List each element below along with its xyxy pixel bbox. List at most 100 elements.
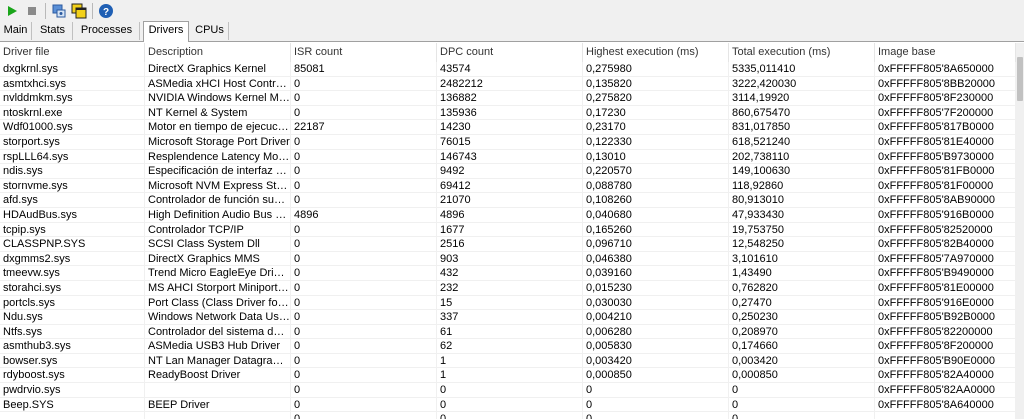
table-row[interactable]: dxgmms2.sys DirectX Graphics MMS 0 903 0,046… xyxy=(0,251,1016,267)
table-row[interactable]: 0000 xyxy=(0,412,1016,419)
cell-description: MS AHCI Storport Miniport Driver xyxy=(145,280,291,295)
cell-description: Controlador del sistema de archivos xyxy=(145,324,291,339)
column-header-total-execution[interactable]: Total execution (ms) xyxy=(729,43,875,62)
cell-driver-file: dxgkrnl.sys xyxy=(0,62,145,76)
table-row[interactable]: Ntfs.sysControlador del sistema de archi… xyxy=(0,324,1016,340)
cell-total-execution: 0 xyxy=(729,412,875,419)
table-row[interactable]: asmtxhci.sysASMedia xHCI Host Controller… xyxy=(0,76,1016,92)
table-row[interactable]: portcls.sys Port Class (Class Driver for … xyxy=(0,295,1016,311)
table-row[interactable]: bowser.sysNT Lan Manager Datagram Receiv… xyxy=(0,353,1016,369)
tab-cpus[interactable]: CPUs xyxy=(191,22,229,40)
toolbar-separator xyxy=(92,2,93,19)
cell-total-execution: 1,43490 xyxy=(729,266,875,281)
cell-dpc-count: 2482212 xyxy=(437,76,583,91)
cell-image-base: 0xFFFFF805'81FB0000 xyxy=(875,164,1016,179)
cell-total-execution: 12,548250 xyxy=(729,237,875,252)
table-row[interactable]: CLASSPNP.SYS SCSI Class System Dll 0 2516 0,… xyxy=(0,237,1016,252)
cell-total-execution: 831,017850 xyxy=(729,120,875,135)
cell-description xyxy=(145,412,291,419)
cell-highest-execution: 0,046380 xyxy=(583,251,729,266)
cell-highest-execution: 0,165260 xyxy=(583,222,729,237)
cell-dpc-count: 1 xyxy=(437,353,583,368)
cell-description: ReadyBoost Driver xyxy=(145,368,291,383)
cell-dpc-count: 43574 xyxy=(437,62,583,76)
cell-driver-file: portcls.sys xyxy=(0,295,145,310)
tab-drivers-label: Drivers xyxy=(148,24,184,36)
cell-highest-execution: 0,275980 xyxy=(583,62,729,76)
table-row[interactable]: pwdrvio.sys 0 0 0 0 0xFFFFF805'82AA0000 xyxy=(0,383,1016,398)
table-row[interactable]: storport.sys Microsoft Storage Port Drive… xyxy=(0,134,1016,150)
table-row[interactable]: asmthub3.sys ASMedia USB3 Hub Driver 0 62 0,… xyxy=(0,339,1016,354)
table-row[interactable]: Ndu.sys Windows Network Data Usage 0 337 0,0… xyxy=(0,310,1016,325)
table-row[interactable]: HDAudBus.sys High Definition Audio Bus Dr… xyxy=(0,207,1016,223)
window-button[interactable] xyxy=(69,1,89,21)
cell-highest-execution: 0,004210 xyxy=(583,310,729,325)
column-header-description[interactable]: Description xyxy=(145,43,291,62)
cell-dpc-count: 62 xyxy=(437,339,583,354)
cell-image-base: 0xFFFFF805'82AA0000 xyxy=(875,383,1016,398)
cell-total-execution: 80,913010 xyxy=(729,193,875,208)
vertical-scrollbar[interactable] xyxy=(1016,43,1024,419)
column-header-isr-count[interactable]: ISR count xyxy=(291,43,437,62)
cell-dpc-count: 432 xyxy=(437,266,583,281)
table-row[interactable]: stornvme.sys Microsoft NVM Express Storpo… xyxy=(0,178,1016,194)
tab-stats[interactable]: Stats xyxy=(33,22,73,40)
column-header-image-base[interactable]: Image base xyxy=(875,43,1016,62)
cell-image-base: 0xFFFFF805'B90E0000 xyxy=(875,353,1016,368)
table-row[interactable]: Wdf01000.sys Motor en tiempo de ejecución… xyxy=(0,120,1016,135)
start-button[interactable] xyxy=(2,1,22,21)
table-row[interactable]: rspLLL64.sysResplendence Latency Monitor… xyxy=(0,149,1016,165)
cell-highest-execution: 0,275820 xyxy=(583,91,729,106)
cell-image-base: 0xFFFFF805'817B0000 xyxy=(875,120,1016,135)
cell-total-execution: 0 xyxy=(729,383,875,398)
table-row[interactable]: tcpip.sys Controlador TCP/IP 0 1677 0,165260… xyxy=(0,222,1016,238)
table-row[interactable]: afd.sysControlador de función suplementa… xyxy=(0,193,1016,208)
table-row[interactable]: nvlddmkm.sysNVIDIA Windows Kernel Mode D… xyxy=(0,91,1016,106)
cell-driver-file: ndis.sys xyxy=(0,164,145,179)
stop-icon xyxy=(28,6,36,15)
table-row[interactable]: rdyboost.sys ReadyBoost Driver 0 1 0,000850 0… xyxy=(0,368,1016,384)
cell-driver-file: CLASSPNP.SYS xyxy=(0,237,145,252)
table-row[interactable]: Beep.SYS BEEP Driver 0 0 0 0 0xFFFFF805'8A6400… xyxy=(0,397,1016,413)
column-header-dpc-count[interactable]: DPC count xyxy=(437,43,583,62)
tab-drivers[interactable]: Drivers xyxy=(143,21,189,42)
cell-driver-file: rdyboost.sys xyxy=(0,368,145,383)
scrollbar-thumb[interactable] xyxy=(1017,57,1023,101)
cell-description: Port Class (Class Driver for Port) xyxy=(145,295,291,310)
table-row[interactable]: storahci.sysMS AHCI Storport Miniport Dr… xyxy=(0,280,1016,296)
cell-isr-count: 22187 xyxy=(291,120,437,135)
cell-total-execution: 3114,19920 xyxy=(729,91,875,106)
cell-highest-execution: 0,015230 xyxy=(583,280,729,295)
cell-highest-execution: 0,005830 xyxy=(583,339,729,354)
cell-highest-execution: 0,088780 xyxy=(583,178,729,193)
table-row[interactable]: ntoskrnl.exe NT Kernel & System 0 135936 0,1… xyxy=(0,105,1016,121)
toolbar: ? xyxy=(0,0,1024,21)
cell-description xyxy=(145,383,291,398)
stop-button[interactable] xyxy=(22,1,42,21)
cell-isr-count: 0 xyxy=(291,76,437,91)
cell-total-execution: 19,753750 xyxy=(729,222,875,237)
cell-image-base: 0xFFFFF805'B92B0000 xyxy=(875,310,1016,325)
cell-highest-execution: 0 xyxy=(583,397,729,412)
cell-highest-execution: 0,039160 xyxy=(583,266,729,281)
drivers-view-button[interactable] xyxy=(49,1,69,21)
cell-dpc-count: 15 xyxy=(437,295,583,310)
cell-image-base xyxy=(875,412,1016,419)
tab-main[interactable]: Main xyxy=(0,22,32,40)
cell-driver-file: tcpip.sys xyxy=(0,222,145,237)
toolbar-separator xyxy=(45,2,46,19)
cell-highest-execution: 0 xyxy=(583,412,729,419)
drivers-icon xyxy=(52,4,66,17)
cell-description: DirectX Graphics MMS xyxy=(145,251,291,266)
table-row[interactable]: tmeevw.sysTrend Micro EagleEye Driver (V… xyxy=(0,266,1016,281)
table-row[interactable]: ndis.sysEspecificación de interfaz de re… xyxy=(0,164,1016,179)
help-button[interactable]: ? xyxy=(96,1,116,21)
cell-total-execution: 202,738110 xyxy=(729,149,875,164)
tab-processes[interactable]: Processes xyxy=(74,22,140,40)
cell-isr-count: 0 xyxy=(291,237,437,252)
tab-main-label: Main xyxy=(3,24,28,36)
column-header-driver-file[interactable]: Driver file xyxy=(0,43,145,62)
cell-isr-count: 4896 xyxy=(291,207,437,222)
column-header-highest-execution[interactable]: Highest execution (ms) xyxy=(583,43,729,62)
table-row[interactable]: dxgkrnl.sys DirectX Graphics Kernel 85081 4… xyxy=(0,62,1016,77)
